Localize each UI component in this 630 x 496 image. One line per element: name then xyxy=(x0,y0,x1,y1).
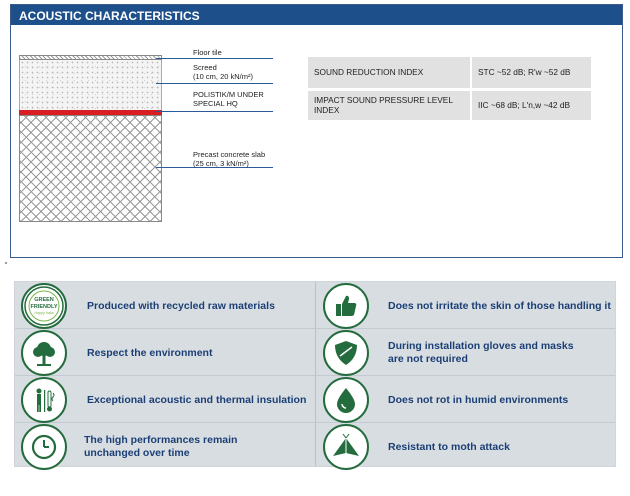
feature-item: Does not rot in humid environments xyxy=(323,377,568,423)
leader-line-floor-tile xyxy=(156,58,273,59)
column-divider xyxy=(315,282,316,466)
insulation-icon xyxy=(21,377,67,423)
clock-icon xyxy=(21,424,67,470)
feature-item: GREEN FRIENDLY Happy Italia Produced wit… xyxy=(21,283,275,329)
screed-label: Screed (10 cm, 20 kN/m²) xyxy=(193,63,254,81)
thumbs-up-icon xyxy=(323,283,369,329)
feature-text: Does not rot in humid environments xyxy=(388,393,569,406)
feature-item: Exceptional acoustic and thermal insulat… xyxy=(21,377,306,423)
screed-layer xyxy=(19,60,162,110)
feature-text: Resistant to moth attack xyxy=(388,440,510,453)
tree-icon xyxy=(21,330,67,376)
concrete-slab-layer xyxy=(19,115,162,222)
feature-item: Resistant to moth attack xyxy=(323,424,510,470)
feature-text: Exceptional acoustic and thermal insulat… xyxy=(87,393,307,406)
underlay-label: POLISTIK/M UNDER SPECIAL HQ xyxy=(193,90,264,108)
slab-label: Precast concrete slab (25 cm, 3 kN/m²) xyxy=(193,150,266,168)
floor-tile-label: Floor tile xyxy=(193,48,222,57)
water-drop-icon xyxy=(323,377,369,423)
floor-section-diagram xyxy=(19,55,162,222)
feature-text: The high performances remain unchanged o… xyxy=(84,434,238,459)
row-value: STC ~52 dB; R'w ~52 dB xyxy=(470,57,591,91)
stray-dot xyxy=(5,262,7,264)
feature-item: During installation gloves and masks are… xyxy=(323,330,588,376)
features-panel: GREEN FRIENDLY Happy Italia Produced wit… xyxy=(14,281,616,470)
leader-line-screed xyxy=(156,83,273,84)
acoustic-panel: ACOUSTIC CHARACTERISTICS Floor tile Scre… xyxy=(10,4,623,258)
leader-line-underlay xyxy=(156,111,273,112)
feature-text: Does not irritate the skin of those hand… xyxy=(388,299,611,312)
row-value: IIC ~68 dB; L'n,w ~42 dB xyxy=(470,89,591,123)
feature-text: During installation gloves and masks are… xyxy=(388,340,574,365)
feature-item: Does not irritate the skin of those hand… xyxy=(323,283,611,329)
acoustic-values-table: SOUND REDUCTION INDEX STC ~52 dB; R'w ~5… xyxy=(308,57,591,123)
badge-line-1: GREEN xyxy=(34,297,54,303)
row-label: IMPACT SOUND PRESSURE LEVEL INDEX xyxy=(308,89,471,123)
shield-icon xyxy=(323,330,369,376)
row-label: SOUND REDUCTION INDEX xyxy=(308,57,471,91)
table-row: SOUND REDUCTION INDEX STC ~52 dB; R'w ~5… xyxy=(308,57,591,91)
section-title: ACOUSTIC CHARACTERISTICS xyxy=(11,5,622,25)
green-friendly-badge-icon: GREEN FRIENDLY Happy Italia xyxy=(21,283,67,329)
feature-item: The high performances remain unchanged o… xyxy=(21,424,294,470)
badge-line-3: Happy Italia xyxy=(35,311,54,315)
moth-icon xyxy=(323,424,369,470)
badge-line-2: FRIENDLY xyxy=(31,304,58,310)
feature-item: Respect the environment xyxy=(21,330,212,376)
feature-text: Produced with recycled raw materials xyxy=(87,299,275,312)
feature-text: Respect the environment xyxy=(87,346,213,359)
table-row: IMPACT SOUND PRESSURE LEVEL INDEX IIC ~6… xyxy=(308,89,591,123)
